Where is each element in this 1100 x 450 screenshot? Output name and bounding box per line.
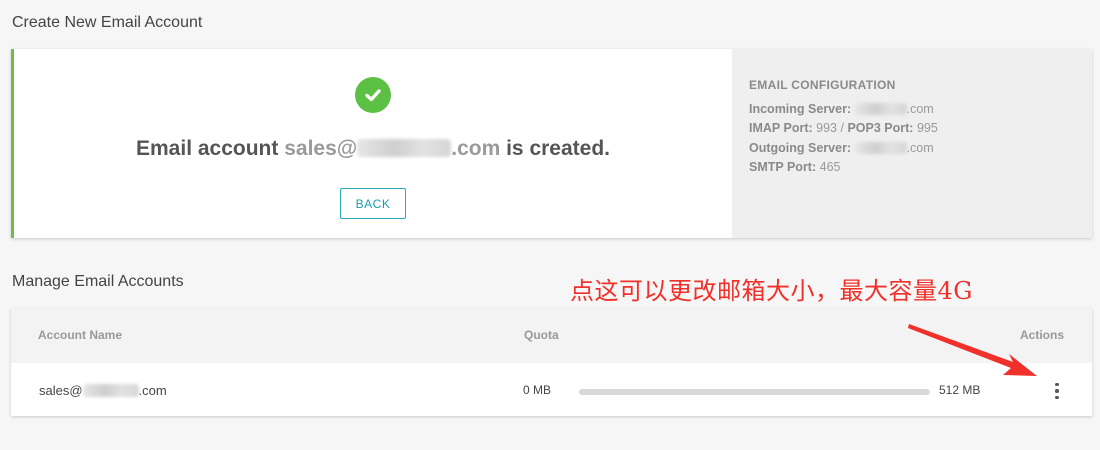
account-email: sales@ .com <box>39 383 167 398</box>
quota-total: 512 MB <box>939 383 981 397</box>
back-button[interactable]: BACK <box>340 188 406 219</box>
manage-accounts-title: Manage Email Accounts <box>12 273 184 290</box>
create-account-title: Create New Email Account <box>12 14 203 31</box>
smtp-port-value: 465 <box>819 160 841 174</box>
account-email-suffix: .com <box>138 383 167 398</box>
column-quota[interactable]: Quota <box>524 328 559 342</box>
incoming-server-label: Incoming Server: <box>749 101 852 116</box>
annotation-text: 点这可以更改邮箱大小，最大容量4G <box>570 277 973 305</box>
outgoing-server-suffix: .com <box>906 140 934 155</box>
outgoing-server-label: Outgoing Server: <box>749 140 852 155</box>
more-vertical-icon[interactable] <box>1047 379 1067 403</box>
redacted-domain <box>357 138 452 157</box>
quota-used: 0 MB <box>523 383 552 397</box>
redacted-incoming <box>854 103 907 116</box>
success-panel: Email account sales@ .com is created. BAC… <box>14 49 732 238</box>
created-email-user: sales@ <box>284 137 358 160</box>
config-title: EMAIL CONFIGURATION <box>749 78 896 92</box>
ports-line: IMAP Port: 993 / POP3 Port: 995 <box>749 119 1075 139</box>
annotation-arrow-icon <box>908 324 1037 376</box>
imap-port-value: 993 <box>816 121 838 135</box>
smtp-port-label: SMTP Port: <box>749 160 817 174</box>
check-circle-icon <box>355 77 391 113</box>
incoming-server-line: Incoming Server: .com <box>749 100 1075 120</box>
smtp-line: SMTP Port: 465 <box>749 158 1075 178</box>
account-email-user: sales@ <box>39 383 83 398</box>
email-configuration-panel: EMAIL CONFIGURATION Incoming Server: .co… <box>732 49 1092 238</box>
success-message: Email account sales@ .com is created. <box>14 137 732 161</box>
redacted-outgoing <box>854 142 907 155</box>
outgoing-server-line: Outgoing Server: .com <box>749 139 1075 159</box>
pop3-port-label: POP3 Port: <box>847 121 914 135</box>
port-separator: / <box>840 121 844 135</box>
redacted-account-domain <box>82 384 139 398</box>
success-card: Email account sales@ .com is created. BAC… <box>11 49 1092 238</box>
quota-bar <box>579 389 930 395</box>
imap-port-label: IMAP Port: <box>749 121 813 135</box>
created-email: sales@ .com <box>284 137 500 160</box>
incoming-server-suffix: .com <box>906 101 934 116</box>
created-email-suffix: .com <box>451 137 501 160</box>
success-suffix: is created. <box>500 137 610 160</box>
success-prefix: Email account <box>136 137 285 160</box>
pop3-port-value: 995 <box>916 121 938 135</box>
column-account-name[interactable]: Account Name <box>38 328 122 342</box>
